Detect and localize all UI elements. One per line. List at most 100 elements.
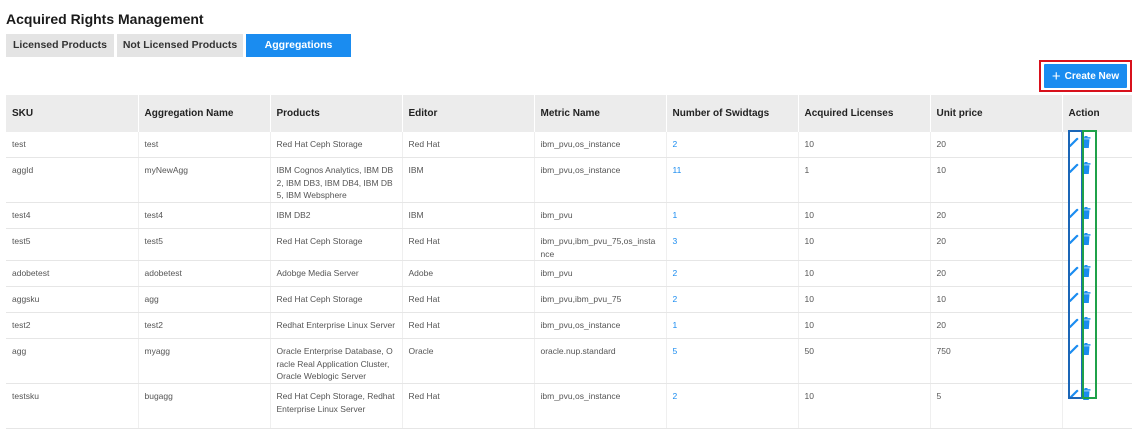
unit-price-cell: 10 [930,157,1063,203]
pencil-icon[interactable] [1068,162,1080,174]
swidtags-cell[interactable]: 1 [666,312,799,339]
sku-cell: testsku [6,383,139,429]
sku-cell: aggId [6,157,139,203]
action-cell [1062,228,1132,261]
trash-icon[interactable] [1081,388,1091,400]
pencil-icon[interactable] [1068,291,1080,303]
table-row: aggId myNewAgg IBM Cognos Analytics, IBM D… [6,157,1132,203]
aggregation-name-cell: test [138,132,271,158]
col-header-aggregation-name[interactable]: Aggregation Name [138,95,271,132]
trash-icon[interactable] [1081,343,1091,355]
unit-price-cell: 20 [930,312,1063,339]
table-row: testsku bugagg Red Hat Ceph Storage, Redha… [6,383,1132,429]
editor-cell: Red Hat [402,228,535,261]
pencil-icon[interactable] [1068,136,1080,148]
trash-icon[interactable] [1081,162,1091,174]
swidtags-cell[interactable]: 2 [666,286,799,313]
metric-name-cell: ibm_pvu,ibm_pvu_75,os_instance [534,228,667,261]
products-cell: IBM DB2 [270,202,403,229]
create-new-button[interactable]: + Create New [1044,64,1127,88]
metric-name-cell: ibm_pvu,os_instance [534,312,667,339]
editor-cell: IBM [402,202,535,229]
trash-icon[interactable] [1081,317,1091,329]
acquired-licenses-cell: 1 [798,157,931,203]
swidtags-cell[interactable]: 2 [666,383,799,429]
swidtags-cell[interactable]: 11 [666,157,799,203]
unit-price-cell: 750 [930,338,1063,384]
trash-icon[interactable] [1081,207,1091,219]
editor-cell: Red Hat [402,132,535,158]
acquired-licenses-cell: 10 [798,286,931,313]
action-cell [1062,132,1132,158]
create-new-highlight: + Create New [1039,60,1132,92]
metric-name-cell: ibm_pvu [534,260,667,287]
action-cell [1062,338,1132,384]
col-header-products[interactable]: Products [270,95,403,132]
table-row: agg myagg Oracle Enterprise Database, Orac… [6,338,1132,384]
products-cell: IBM Cognos Analytics, IBM DB2, IBM DB3, … [270,157,403,203]
create-new-label: Create New [1064,70,1120,82]
action-cell [1062,202,1132,229]
acquired-licenses-cell: 10 [798,132,931,158]
table-row: aggsku agg Red Hat Ceph Storage Red Hat ibm_… [6,286,1132,313]
swidtags-cell[interactable]: 5 [666,338,799,384]
acquired-licenses-cell: 50 [798,338,931,384]
sku-cell: test4 [6,202,139,229]
pencil-icon[interactable] [1068,207,1080,219]
products-cell: Oracle Enterprise Database, Oracle Real … [270,338,403,384]
editor-cell: Red Hat [402,286,535,313]
metric-name-cell: ibm_pvu,os_instance [534,157,667,203]
swidtags-cell[interactable]: 3 [666,228,799,261]
swidtags-cell[interactable]: 1 [666,202,799,229]
tab-licensed-products[interactable]: Licensed Products [6,34,114,57]
plus-icon: + [1051,67,1061,85]
acquired-licenses-cell: 10 [798,228,931,261]
aggregation-name-cell: test5 [138,228,271,261]
pencil-icon[interactable] [1068,388,1080,400]
pencil-icon[interactable] [1068,343,1080,355]
sku-cell: test2 [6,312,139,339]
swidtags-cell[interactable]: 2 [666,132,799,158]
action-cell [1062,286,1132,313]
unit-price-cell: 20 [930,260,1063,287]
trash-icon[interactable] [1081,291,1091,303]
products-cell: Red Hat Ceph Storage [270,286,403,313]
swidtags-cell[interactable]: 2 [666,260,799,287]
unit-price-cell: 20 [930,228,1063,261]
metric-name-cell: ibm_pvu,os_instance [534,132,667,158]
col-header-sku[interactable]: SKU [6,95,139,132]
editor-cell: Red Hat [402,312,535,339]
sku-cell: aggsku [6,286,139,313]
table-header-row: SKU Aggregation Name Products Editor Met… [6,95,1133,132]
metric-name-cell: oracle.nup.standard [534,338,667,384]
trash-icon[interactable] [1081,233,1091,245]
trash-icon[interactable] [1081,136,1091,148]
pencil-icon[interactable] [1068,265,1080,277]
products-cell: Red Hat Ceph Storage [270,132,403,158]
col-header-metric-name[interactable]: Metric Name [534,95,667,132]
pencil-icon[interactable] [1068,317,1080,329]
col-header-acquired-licenses[interactable]: Acquired Licenses [798,95,931,132]
aggregation-name-cell: myNewAgg [138,157,271,203]
aggregation-name-cell: agg [138,286,271,313]
table-row: test5 test5 Red Hat Ceph Storage Red Hat ibm… [6,228,1132,261]
action-cell [1062,260,1132,287]
sku-cell: test [6,132,139,158]
trash-icon[interactable] [1081,265,1091,277]
metric-name-cell: ibm_pvu,ibm_pvu_75 [534,286,667,313]
sku-cell: agg [6,338,139,384]
col-header-unit-price[interactable]: Unit price [930,95,1063,132]
unit-price-cell: 10 [930,286,1063,313]
table-row: test2 test2 Redhat Enterprise Linux Server… [6,312,1132,339]
editor-cell: IBM [402,157,535,203]
metric-name-cell: ibm_pvu,os_instance [534,383,667,429]
tab-aggregations[interactable]: Aggregations [246,34,351,57]
col-header-swidtags[interactable]: Number of Swidtags [666,95,799,132]
page-title: Acquired Rights Management [6,11,204,27]
pencil-icon[interactable] [1068,233,1080,245]
aggregation-name-cell: test4 [138,202,271,229]
col-header-action: Action [1062,95,1133,132]
col-header-editor[interactable]: Editor [402,95,535,132]
tab-not-licensed-products[interactable]: Not Licensed Products [117,34,243,57]
aggregation-name-cell: bugagg [138,383,271,429]
